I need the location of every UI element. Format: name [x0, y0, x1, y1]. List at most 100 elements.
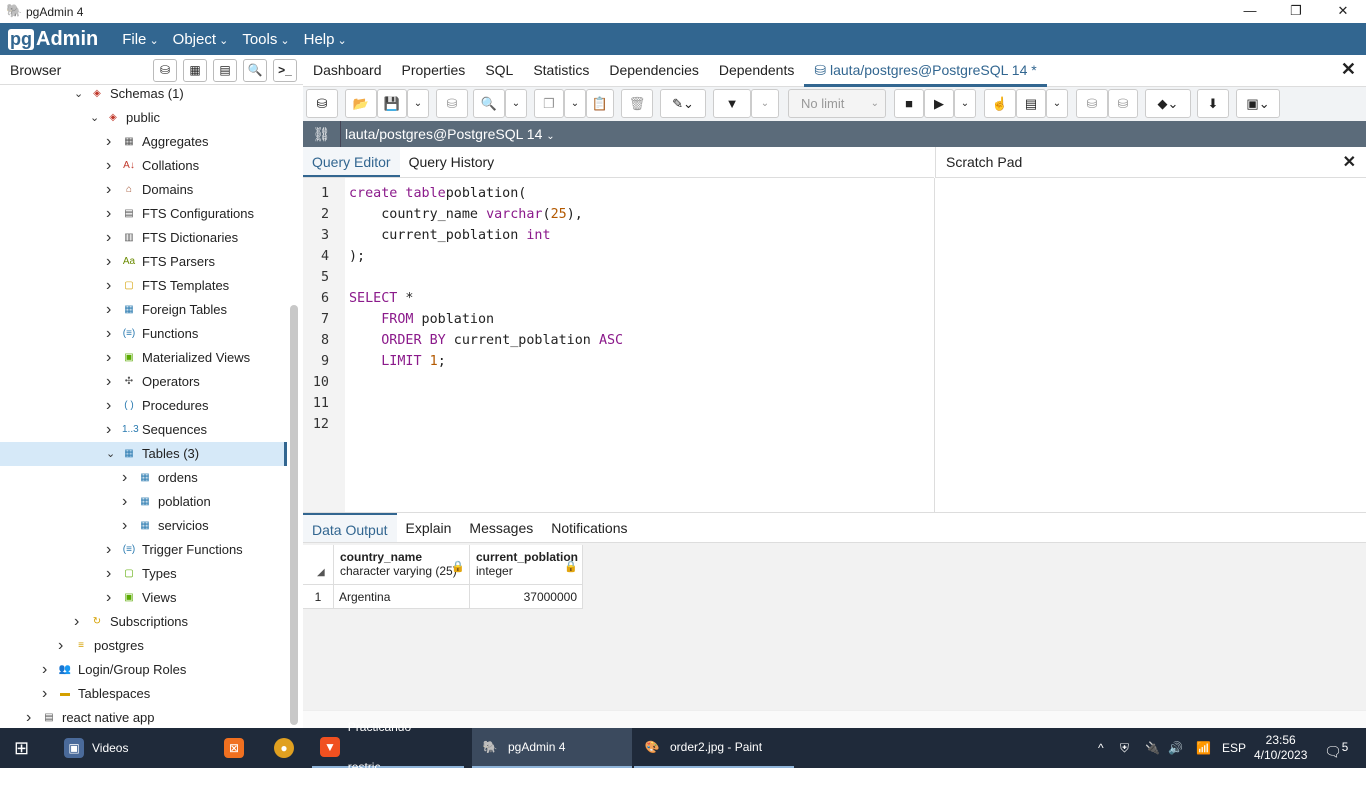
connection-select[interactable]: lauta/postgres@PostgreSQL 14 ⌄: [345, 126, 555, 142]
row-number[interactable]: 1: [303, 585, 334, 609]
code-line[interactable]: 2 country_name varchar(25),: [303, 204, 933, 225]
connection-status-icon[interactable]: ⛁: [306, 89, 338, 118]
save-dropdown-icon[interactable]: ⌄: [407, 89, 429, 118]
chrome-icon[interactable]: ●: [274, 728, 302, 768]
explain-icon[interactable]: ☝: [984, 89, 1016, 118]
view-data-icon[interactable]: ▦: [183, 59, 207, 82]
tab-messages[interactable]: Messages: [460, 513, 542, 542]
tab-data-output[interactable]: Data Output: [303, 513, 397, 542]
find-icon[interactable]: 🔍: [473, 89, 505, 118]
tree-item[interactable]: ⌄ ◈ Schemas (1): [0, 85, 287, 106]
sql-editor[interactable]: 1 create tablepoblation(2 country_name va…: [303, 183, 933, 435]
chevron-right-icon[interactable]: ›: [106, 298, 111, 322]
scratch-pad-area[interactable]: [935, 178, 1366, 512]
taskbar-videos[interactable]: ▣ Videos: [56, 728, 136, 768]
taskbar-brave[interactable]: ▼ Practicando restric...: [312, 720, 464, 774]
tab-properties[interactable]: Properties: [392, 55, 476, 87]
column-header-current-poblation[interactable]: current_poblation integer 🔒: [470, 545, 583, 585]
cell-current-poblation[interactable]: 37000000: [470, 585, 583, 609]
close-tab-icon[interactable]: ✕: [1341, 59, 1356, 80]
chevron-down-icon[interactable]: ⌄: [90, 106, 99, 130]
language-indicator[interactable]: ESP: [1222, 728, 1246, 768]
tree-item[interactable]: › ▣ Materialized Views: [0, 346, 287, 370]
commit-icon[interactable]: ⛁: [1076, 89, 1108, 118]
search-objects-icon[interactable]: 🔍: [243, 59, 267, 82]
chevron-right-icon[interactable]: ›: [42, 658, 47, 682]
tree-item[interactable]: › A↓ Collations: [0, 154, 287, 178]
code-line[interactable]: 3 current_poblation int: [303, 225, 933, 246]
paste-icon[interactable]: 📋: [586, 89, 614, 118]
minimize-button[interactable]: —: [1227, 0, 1273, 23]
macros-icon[interactable]: ▣⌄: [1236, 89, 1280, 118]
tab-notifications[interactable]: Notifications: [542, 513, 636, 542]
code-line[interactable]: 5: [303, 267, 933, 288]
tree-item[interactable]: › ▦ servicios: [0, 514, 287, 538]
windows-start-icon[interactable]: ⊞: [14, 728, 29, 768]
tree-item[interactable]: › 👥 Login/Group Roles: [0, 658, 287, 682]
code-line[interactable]: 10: [303, 372, 933, 393]
chevron-right-icon[interactable]: ›: [26, 706, 31, 728]
tree-item[interactable]: › ↻ Subscriptions: [0, 610, 287, 634]
close-scratch-pad-icon[interactable]: ✕: [1343, 152, 1356, 172]
chevron-right-icon[interactable]: ›: [106, 394, 111, 418]
tree-item[interactable]: › (≡) Functions: [0, 322, 287, 346]
clear-icon[interactable]: ◆⌄: [1145, 89, 1191, 118]
save-data-icon[interactable]: ⛁: [436, 89, 468, 118]
find-dropdown-icon[interactable]: ⌄: [505, 89, 527, 118]
execute-dropdown-icon[interactable]: ⌄: [954, 89, 976, 118]
tree-item[interactable]: › (≡) Trigger Functions: [0, 538, 287, 562]
notifications-icon[interactable]: 🗨5: [1324, 728, 1348, 772]
chevron-right-icon[interactable]: ›: [106, 562, 111, 586]
chevron-right-icon[interactable]: ›: [106, 250, 111, 274]
menu-tools[interactable]: Tools: [242, 31, 289, 48]
tree-item[interactable]: › ▦ poblation: [0, 490, 287, 514]
tab-sql[interactable]: SQL: [475, 55, 523, 87]
tree-item[interactable]: › ▦ Foreign Tables: [0, 298, 287, 322]
code-line[interactable]: 7 FROM poblation: [303, 309, 933, 330]
delete-icon[interactable]: 🗑: [621, 89, 653, 118]
taskbar-paint[interactable]: 🎨 order2.jpg - Paint: [634, 728, 794, 768]
tab-query-tool[interactable]: ⛁ lauta/postgres@PostgreSQL 14 *: [804, 55, 1047, 87]
menu-file[interactable]: File: [122, 31, 158, 48]
stop-icon[interactable]: ■: [894, 89, 924, 118]
tab-explain[interactable]: Explain: [397, 513, 461, 542]
chevron-right-icon[interactable]: ›: [106, 586, 111, 610]
code-line[interactable]: 4);: [303, 246, 933, 267]
tree-scrollbar[interactable]: [290, 305, 298, 725]
chevron-right-icon[interactable]: ›: [106, 154, 111, 178]
close-window-button[interactable]: ✕: [1320, 0, 1366, 23]
explain-dropdown-icon[interactable]: ⌄: [1046, 89, 1068, 118]
tree-item[interactable]: › ▢ FTS Templates: [0, 274, 287, 298]
copy-dropdown-icon[interactable]: ⌄: [564, 89, 586, 118]
chevron-right-icon[interactable]: ›: [106, 226, 111, 250]
tree-item[interactable]: › ≡ postgres: [0, 634, 287, 658]
tray-chevron-icon[interactable]: ^: [1098, 728, 1104, 768]
code-line[interactable]: 8 ORDER BY current_poblation ASC: [303, 330, 933, 351]
copy-icon[interactable]: ❐: [534, 89, 564, 118]
chevron-right-icon[interactable]: ›: [122, 514, 127, 538]
row-limit-select[interactable]: No limit ⌄: [788, 89, 886, 118]
cell-country-name[interactable]: Argentina: [334, 585, 470, 609]
connection-link-icon[interactable]: ⛓: [303, 121, 341, 147]
select-all-corner[interactable]: ◢: [303, 545, 334, 585]
tree-item[interactable]: › ▣ Views: [0, 586, 287, 610]
execute-icon[interactable]: ▶: [924, 89, 954, 118]
tab-dependents[interactable]: Dependents: [709, 55, 805, 87]
tab-dashboard[interactable]: Dashboard: [303, 55, 392, 87]
grid-scrollbar[interactable]: [303, 710, 1366, 728]
chevron-right-icon[interactable]: ›: [122, 466, 127, 490]
chevron-down-icon[interactable]: ⌄: [106, 442, 115, 466]
tree-item[interactable]: › ▤ FTS Configurations: [0, 202, 287, 226]
chevron-right-icon[interactable]: ›: [42, 682, 47, 706]
chevron-right-icon[interactable]: ›: [106, 274, 111, 298]
menu-object[interactable]: Object: [173, 31, 229, 48]
tree-item[interactable]: › ▦ Aggregates: [0, 130, 287, 154]
column-header-country-name[interactable]: country_name character varying (25) 🔒: [334, 545, 470, 585]
xampp-icon[interactable]: ⊠: [224, 728, 252, 768]
tree-item[interactable]: › Aa FTS Parsers: [0, 250, 287, 274]
psql-tool-icon[interactable]: >_: [273, 59, 297, 82]
chevron-down-icon[interactable]: ⌄: [74, 85, 83, 106]
tree-item[interactable]: › ▦ ordens: [0, 466, 287, 490]
save-file-icon[interactable]: 💾: [377, 89, 407, 118]
code-line[interactable]: 11: [303, 393, 933, 414]
